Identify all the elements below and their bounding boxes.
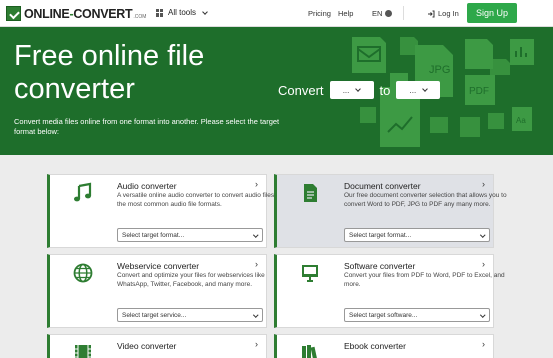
header-divider [403,6,404,20]
chevron-down-icon [252,232,258,238]
chevron-right-icon[interactable]: › [482,179,485,189]
document-converter-card[interactable]: Document converter › Our free document c… [274,174,507,248]
chevron-down-icon [252,312,258,318]
login-icon [428,10,435,17]
all-tools-label: All tools [168,8,197,17]
deco-font-label: Aa [516,116,526,125]
chevron-down-icon [355,86,362,92]
logo-suffix: .COM [133,13,147,20]
source-format-select[interactable]: ... [329,81,374,99]
page-subtitle: Convert media files online from one form… [14,117,280,136]
card-title[interactable]: Video converter [117,341,176,351]
all-tools-menu[interactable]: All tools [156,8,208,17]
ebook-converter-card[interactable]: Ebook converter › [274,334,494,358]
globe-icon [73,263,93,283]
webservice-converter-card[interactable]: Webservice converter › Convert and optim… [47,254,267,328]
quick-convert-row: Convert ... to ... [278,81,441,99]
software-target-select[interactable]: Select target software... [344,308,490,322]
convert-label: Convert [278,82,324,98]
hero-banner: JPG PDF Aa Free online file converter Co… [0,27,553,155]
card-description: Convert your files from PDF to Word, PDF… [344,272,505,288]
document-target-select[interactable]: Select target format... [344,228,490,242]
card-description: Convert and optimize your files for webs… [117,272,265,288]
webservice-target-select[interactable]: Select target service... [117,308,263,322]
chevron-down-icon [479,232,485,238]
top-navigation-bar: ONLINE-CONVERT .COM All tools Pricing He… [0,0,553,27]
chevron-right-icon[interactable]: › [255,179,258,189]
grid-icon [156,8,164,17]
chevron-down-icon [422,86,429,92]
page-title: Free online file converter [14,40,205,105]
language-selector[interactable]: EN [372,9,393,18]
card-description: Our free document converter selection th… [344,192,507,208]
audio-converter-card[interactable]: Audio converter › A versatile online aud… [47,174,281,248]
deco-pdf-label: PDF [469,86,489,97]
document-icon [304,184,317,202]
chevron-down-icon [479,312,485,318]
language-label: EN [372,9,383,18]
books-icon [302,345,318,358]
chevron-right-icon[interactable]: › [255,339,258,349]
to-label: to [379,82,391,98]
pricing-link[interactable]: Pricing [308,9,331,18]
help-link[interactable]: Help [338,9,353,18]
software-converter-card[interactable]: Software converter › Convert your files … [274,254,505,328]
card-title[interactable]: Document converter [344,181,421,191]
chevron-down-icon [202,8,208,15]
target-format-select[interactable]: ... [396,81,441,99]
card-title[interactable]: Software converter [344,261,415,271]
chevron-right-icon[interactable]: › [482,339,485,349]
globe-icon [385,10,393,17]
chevron-right-icon[interactable]: › [482,259,485,269]
audio-target-select[interactable]: Select target format... [117,228,263,242]
card-title[interactable]: Audio converter [117,181,177,191]
film-icon [75,345,91,358]
logo-text: ONLINE-CONVERT [24,6,133,21]
monitor-icon [302,265,318,282]
deco-jpg-label: JPG [429,64,450,76]
chevron-right-icon[interactable]: › [255,259,258,269]
login-link[interactable]: Log In [427,9,459,18]
card-title[interactable]: Webservice converter [117,261,199,271]
card-title[interactable]: Ebook converter [344,341,406,351]
login-label: Log In [438,9,459,18]
music-note-icon [74,182,92,202]
signup-button[interactable]: Sign Up [467,3,517,23]
logo-check-icon [6,6,21,21]
video-converter-card[interactable]: Video converter › [47,334,267,358]
site-logo[interactable]: ONLINE-CONVERT .COM [6,6,146,21]
card-description: A versatile online audio converter to co… [117,192,282,208]
